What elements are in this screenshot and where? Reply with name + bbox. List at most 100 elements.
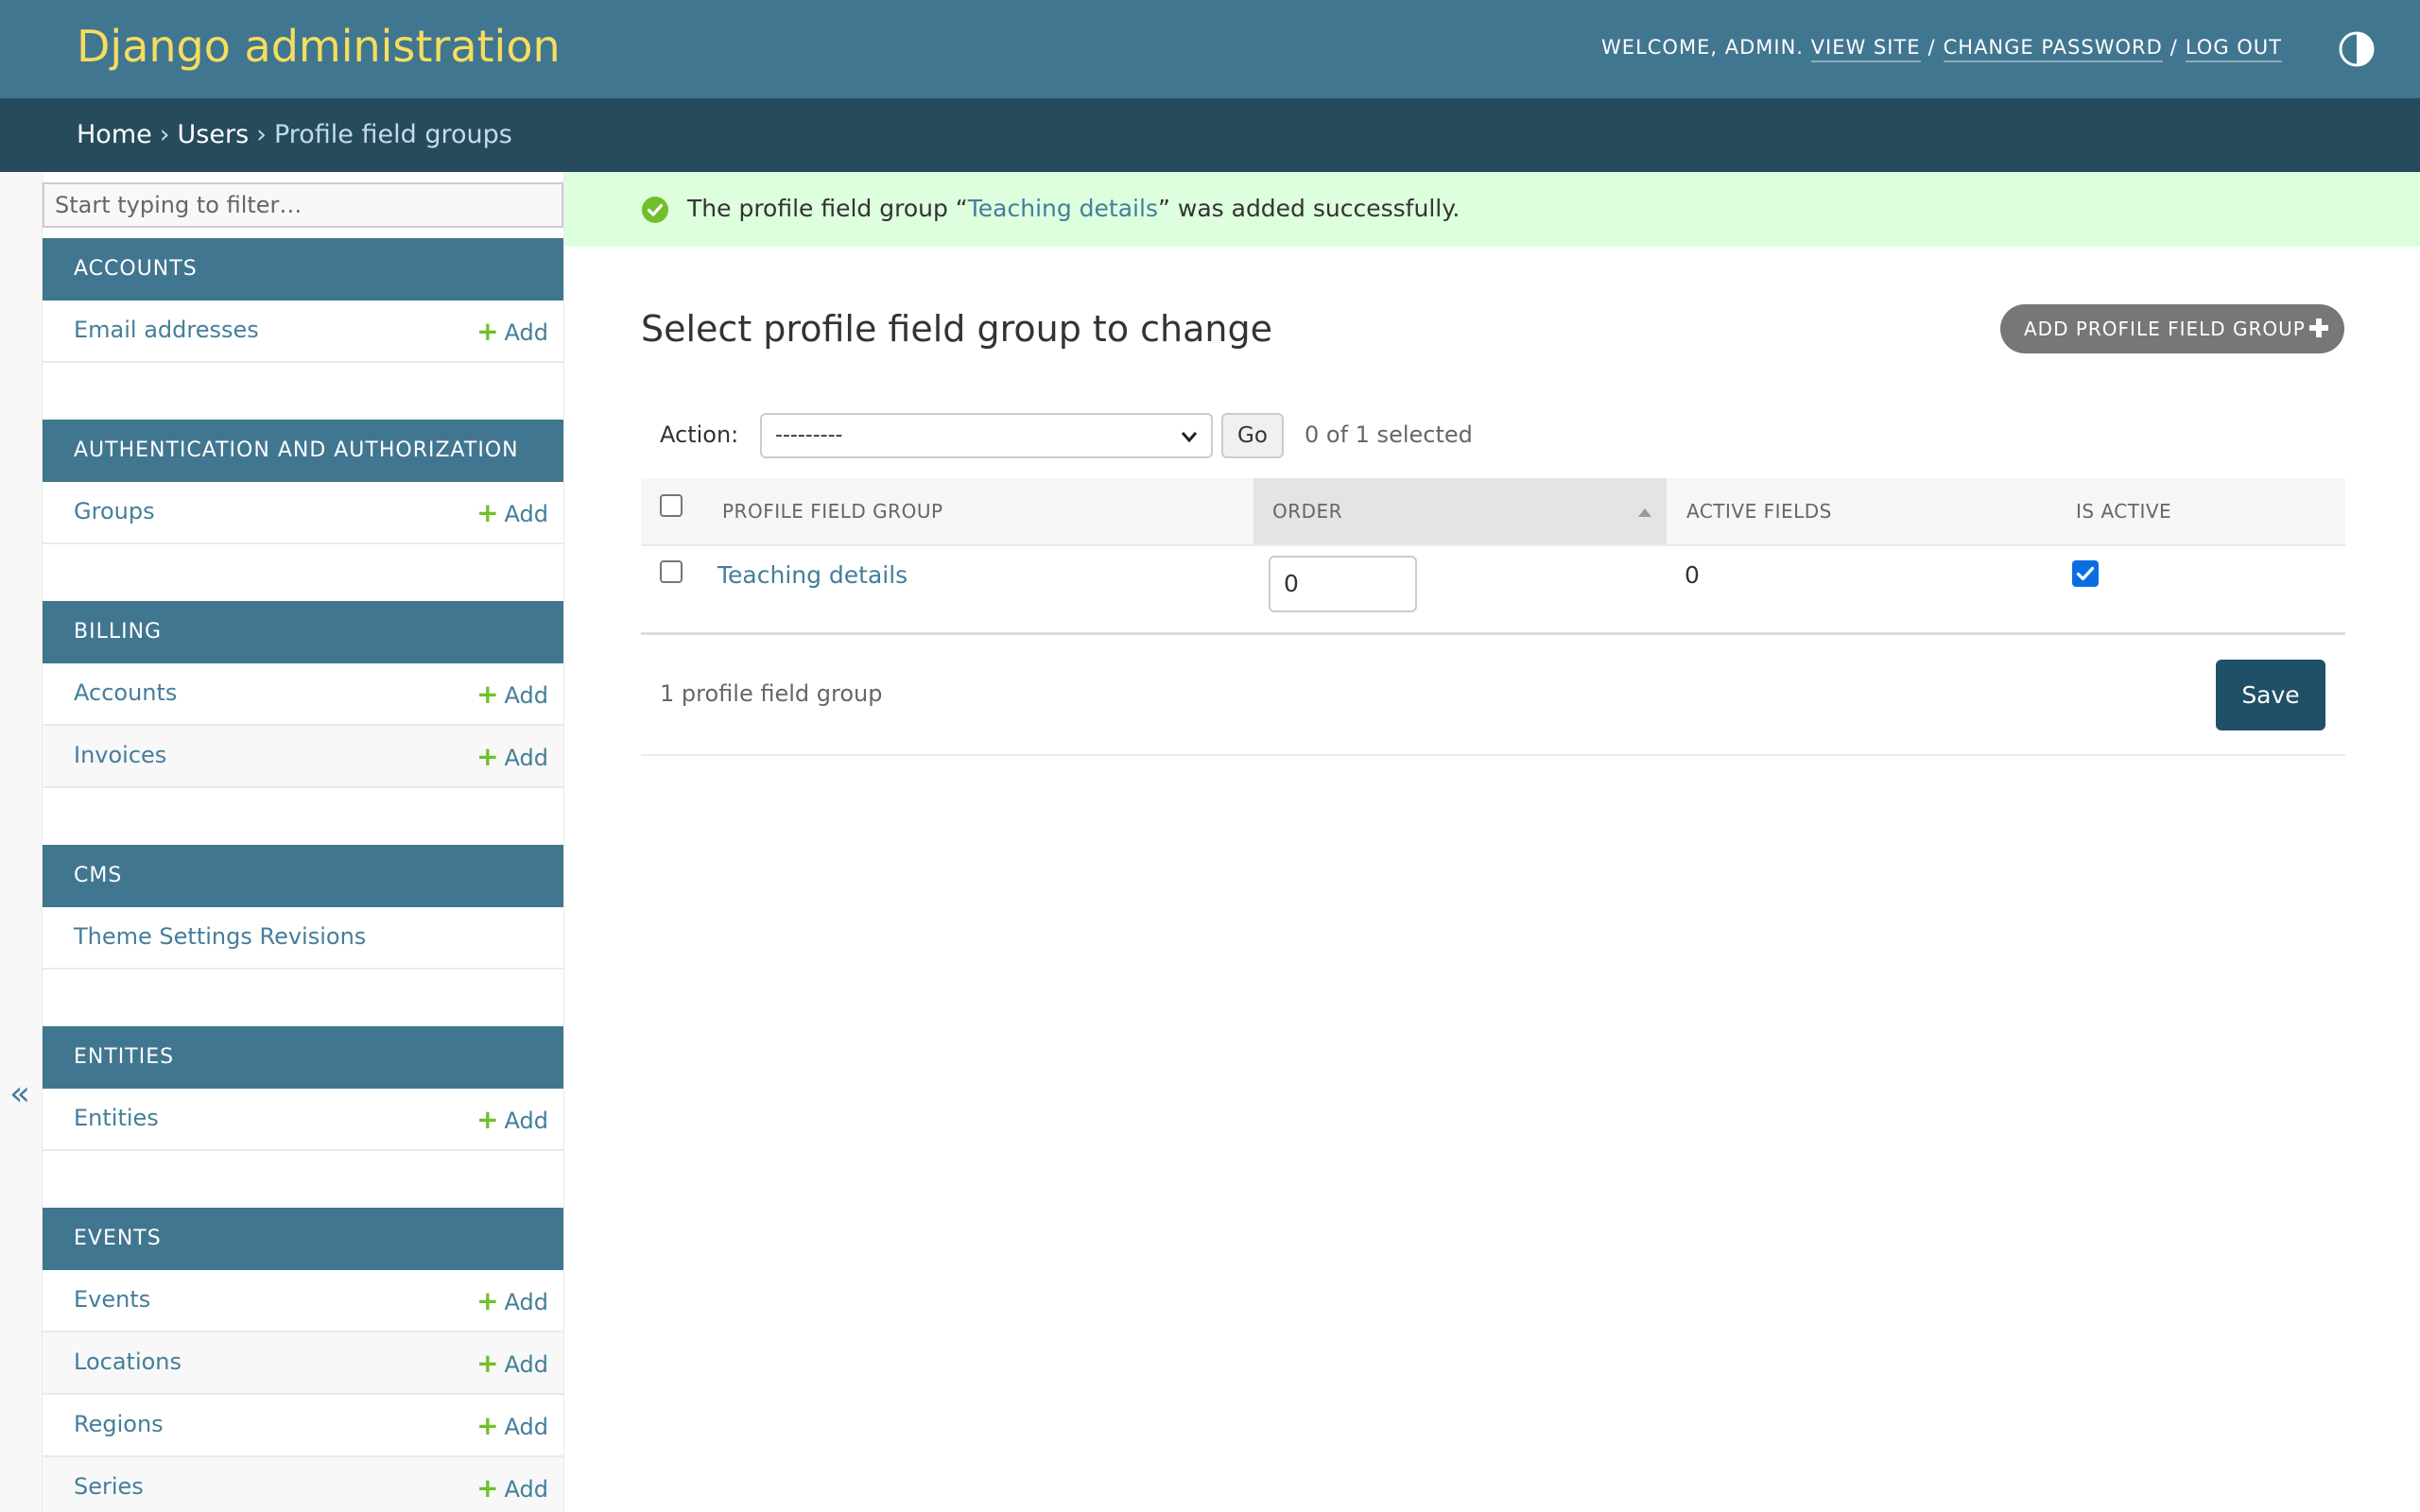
model-link[interactable]: Accounts xyxy=(74,679,177,706)
plus-icon: + xyxy=(476,1285,499,1316)
module-caption[interactable]: CMS xyxy=(43,845,563,907)
site-title[interactable]: Django administration xyxy=(77,21,561,72)
add-link[interactable]: + Add xyxy=(476,316,548,347)
message-object-link[interactable]: Teaching details xyxy=(968,195,1158,222)
add-link[interactable]: + Add xyxy=(476,1472,548,1503)
add-link[interactable]: + Add xyxy=(476,679,548,710)
result-count: 1 profile field group xyxy=(660,680,883,707)
action-select[interactable]: --------- xyxy=(760,413,1213,458)
add-link[interactable]: + Add xyxy=(476,1285,548,1316)
model-link[interactable]: Groups xyxy=(74,498,155,524)
order-input[interactable]: 0 xyxy=(1269,556,1417,612)
plus-icon: + xyxy=(476,741,499,772)
model-link[interactable]: Series xyxy=(74,1473,144,1500)
sidebar-item-series: Series + Add xyxy=(43,1457,563,1512)
breadcrumb-home[interactable]: Home xyxy=(77,120,152,149)
row-name-link[interactable]: Teaching details xyxy=(717,561,908,589)
sidebar-item-events: Events + Add xyxy=(43,1270,563,1332)
action-label: Action: xyxy=(660,421,739,448)
add-label: Add xyxy=(504,501,548,527)
model-link[interactable]: Regions xyxy=(74,1411,164,1437)
sidebar-item-invoices: Invoices + Add xyxy=(43,726,563,788)
add-label: Add xyxy=(504,319,548,346)
breadcrumb-separator: › xyxy=(159,120,170,149)
module-caption[interactable]: Accounts xyxy=(43,238,563,301)
selected-count: 0 of 1 selected xyxy=(1305,421,1473,448)
plus-icon: + xyxy=(476,1472,499,1503)
model-link[interactable]: Theme Settings Revisions xyxy=(74,923,366,950)
column-header-order[interactable]: Order xyxy=(1272,478,1342,544)
nav-sidebar: Accounts Email addresses +Add Authentica… xyxy=(43,172,564,1512)
model-link[interactable]: Invoices xyxy=(74,742,166,768)
sidebar-item-theme-settings-revisions: Theme Settings Revisions xyxy=(43,907,563,970)
model-link[interactable]: Entities xyxy=(74,1105,159,1131)
module-caption[interactable]: Authentication and Authorization xyxy=(43,420,563,482)
plus-icon xyxy=(2309,318,2328,337)
user-tools-separator: / xyxy=(1927,36,1936,59)
breadcrumb: Home › Users › Profile field groups xyxy=(0,98,2420,172)
save-button[interactable]: Save xyxy=(2216,660,2325,730)
add-link[interactable]: + Add xyxy=(476,1410,548,1441)
model-link[interactable]: Email addresses xyxy=(74,317,259,343)
module-cms: CMS Theme Settings Revisions xyxy=(43,845,563,970)
change-password-link[interactable]: Change password xyxy=(1943,36,2163,62)
header: Django administration Welcome, admin. Vi… xyxy=(0,0,2420,98)
toggle-nav-sidebar[interactable]: « xyxy=(0,172,43,1512)
sidebar-item-email-addresses: Email addresses + Add xyxy=(43,301,563,363)
sidebar-item-groups: Groups + Add xyxy=(43,482,563,544)
is-active-checkbox[interactable] xyxy=(2072,560,2099,587)
message-text: The profile field group “Teaching detail… xyxy=(687,195,1460,222)
add-button-label: Add profile field group xyxy=(2024,318,2306,340)
module-billing: Billing Accounts + Add Invoices + Add xyxy=(43,601,563,788)
breadcrumb-separator: › xyxy=(256,120,267,149)
sidebar-item-entities: Entities + Add xyxy=(43,1089,563,1151)
breadcrumb-current: Profile field groups xyxy=(273,120,512,149)
select-all-checkbox[interactable] xyxy=(660,494,683,517)
plus-icon: + xyxy=(476,316,499,347)
welcome-text: Welcome, xyxy=(1601,36,1719,59)
module-accounts: Accounts Email addresses + Add xyxy=(43,238,563,363)
result-table: Profile field group Order Active fields … xyxy=(641,478,2345,635)
table-row: Teaching details 0 0 xyxy=(641,546,2345,635)
add-link[interactable]: + Add xyxy=(476,497,548,528)
add-label: Add xyxy=(504,1414,548,1440)
add-label: Add xyxy=(504,1289,548,1315)
module-caption[interactable]: Billing xyxy=(43,601,563,663)
module-entities: Entities Entities + Add xyxy=(43,1026,563,1151)
message-prefix: The profile field group “ xyxy=(687,195,968,222)
plus-icon: + xyxy=(476,1104,499,1135)
sort-ascending-icon[interactable] xyxy=(1637,507,1652,518)
double-chevron-left-icon: « xyxy=(9,1074,31,1113)
column-header-profile-field-group[interactable]: Profile field group xyxy=(722,478,943,544)
view-site-link[interactable]: View site xyxy=(1810,36,1921,62)
check-circle-icon xyxy=(642,197,668,223)
action-select-value: --------- xyxy=(775,423,843,447)
add-label: Add xyxy=(504,1476,548,1503)
column-header-active-fields[interactable]: Active fields xyxy=(1686,478,1832,544)
module-caption[interactable]: Events xyxy=(43,1208,563,1270)
module-caption[interactable]: Entities xyxy=(43,1026,563,1089)
theme-toggle-icon[interactable] xyxy=(2338,30,2376,68)
model-link[interactable]: Locations xyxy=(74,1349,182,1375)
add-link[interactable]: + Add xyxy=(476,1348,548,1379)
column-header-is-active[interactable]: Is active xyxy=(2076,478,2171,544)
sidebar-item-accounts: Accounts + Add xyxy=(43,663,563,726)
module-authentication: Authentication and Authorization Groups … xyxy=(43,420,563,544)
user-tools-separator: / xyxy=(2169,36,2178,59)
sidebar-item-regions: Regions + Add xyxy=(43,1395,563,1457)
success-message: The profile field group “Teaching detail… xyxy=(564,172,2420,247)
add-link[interactable]: + Add xyxy=(476,741,548,772)
row-select-checkbox[interactable] xyxy=(660,560,683,583)
model-link[interactable]: Events xyxy=(74,1286,150,1313)
page-title: Select profile field group to change xyxy=(641,308,1273,350)
nav-filter-input[interactable] xyxy=(43,182,563,228)
plus-icon: + xyxy=(476,1410,499,1441)
chevron-down-icon xyxy=(1181,432,1198,443)
add-label: Add xyxy=(504,682,548,709)
message-suffix: ” was added successfully. xyxy=(1157,195,1461,222)
log-out-link[interactable]: Log out xyxy=(2185,36,2282,62)
go-button[interactable]: Go xyxy=(1221,413,1284,458)
add-link[interactable]: + Add xyxy=(476,1104,548,1135)
add-profile-field-group-button[interactable]: Add profile field group xyxy=(2000,304,2344,353)
breadcrumb-users[interactable]: Users xyxy=(178,120,250,149)
